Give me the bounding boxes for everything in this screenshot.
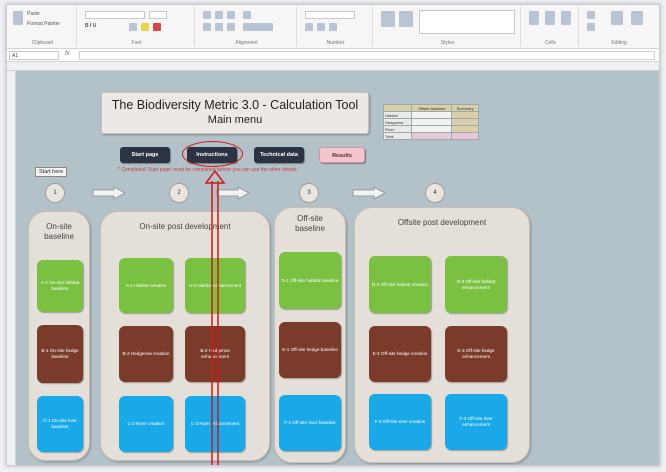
window-frame: Paste Format Painter Clipboard B I U Fon… <box>6 4 660 466</box>
autosum-icon[interactable] <box>587 11 595 19</box>
worksheet[interactable]: The Biodiversity Metric 3.0 - Calculatio… <box>16 71 659 465</box>
ribbon-group-label: Cells <box>544 40 557 46</box>
align-right-icon[interactable] <box>227 23 235 31</box>
borders-icon[interactable] <box>129 23 137 31</box>
fx-icon[interactable]: fx <box>65 51 70 57</box>
fill-color-icon[interactable] <box>141 23 149 31</box>
ribbon: Paste Format Painter Clipboard B I U Fon… <box>7 5 659 49</box>
align-middle-icon[interactable] <box>215 11 223 19</box>
cell-styles-gallery[interactable] <box>419 10 515 34</box>
font-color-icon[interactable] <box>153 23 161 31</box>
format-painter-label[interactable]: Format Painter <box>27 21 60 27</box>
font-name-select[interactable] <box>85 11 145 19</box>
currency-icon[interactable] <box>305 23 313 31</box>
conditional-formatting-icon[interactable] <box>381 11 395 27</box>
row-headers[interactable] <box>7 71 16 465</box>
ribbon-group-styles: Styles <box>375 7 521 47</box>
align-top-icon[interactable] <box>203 11 211 19</box>
ribbon-group-font: B I U Font <box>79 7 195 47</box>
ribbon-group-label: Number <box>326 40 345 46</box>
ribbon-group-label: Font <box>131 40 142 46</box>
font-size-select[interactable] <box>149 11 167 19</box>
ribbon-group-cells: Cells <box>523 7 579 47</box>
paste-label[interactable]: Paste <box>27 11 40 17</box>
column-headers[interactable] <box>7 62 659 71</box>
align-left-icon[interactable] <box>203 23 211 31</box>
find-select-icon[interactable] <box>631 11 643 25</box>
formula-input[interactable] <box>79 51 655 60</box>
ribbon-group-label: Alignment <box>235 40 258 46</box>
align-bottom-icon[interactable] <box>227 11 235 19</box>
comma-icon[interactable] <box>329 23 337 31</box>
name-box[interactable]: A1 <box>9 51 59 60</box>
fill-icon[interactable] <box>587 23 595 31</box>
align-center-icon[interactable] <box>215 23 223 31</box>
ribbon-group-label: Styles <box>440 40 455 46</box>
format-icon[interactable] <box>561 11 571 25</box>
ribbon-group-alignment: Alignment <box>197 7 297 47</box>
insert-icon[interactable] <box>529 11 539 25</box>
ribbon-group-number: Number <box>299 7 373 47</box>
merge-center-icon[interactable] <box>243 23 273 31</box>
paste-icon[interactable] <box>13 11 23 25</box>
delete-icon[interactable] <box>545 11 555 25</box>
percent-icon[interactable] <box>317 23 325 31</box>
ribbon-group-label: Editing <box>611 40 627 46</box>
formula-bar: A1 fx <box>7 49 659 62</box>
ribbon-group-clipboard: Paste Format Painter Clipboard <box>9 7 77 47</box>
number-format-select[interactable] <box>305 11 355 19</box>
highlight-arrow-icon <box>204 169 226 465</box>
sort-filter-icon[interactable] <box>611 11 623 25</box>
wrap-text-icon[interactable] <box>243 11 251 19</box>
ribbon-group-editing: Editing <box>581 7 657 47</box>
format-as-table-icon[interactable] <box>399 11 413 27</box>
ribbon-group-label: Clipboard <box>31 40 54 46</box>
bold-icon[interactable]: B I U <box>85 23 96 29</box>
